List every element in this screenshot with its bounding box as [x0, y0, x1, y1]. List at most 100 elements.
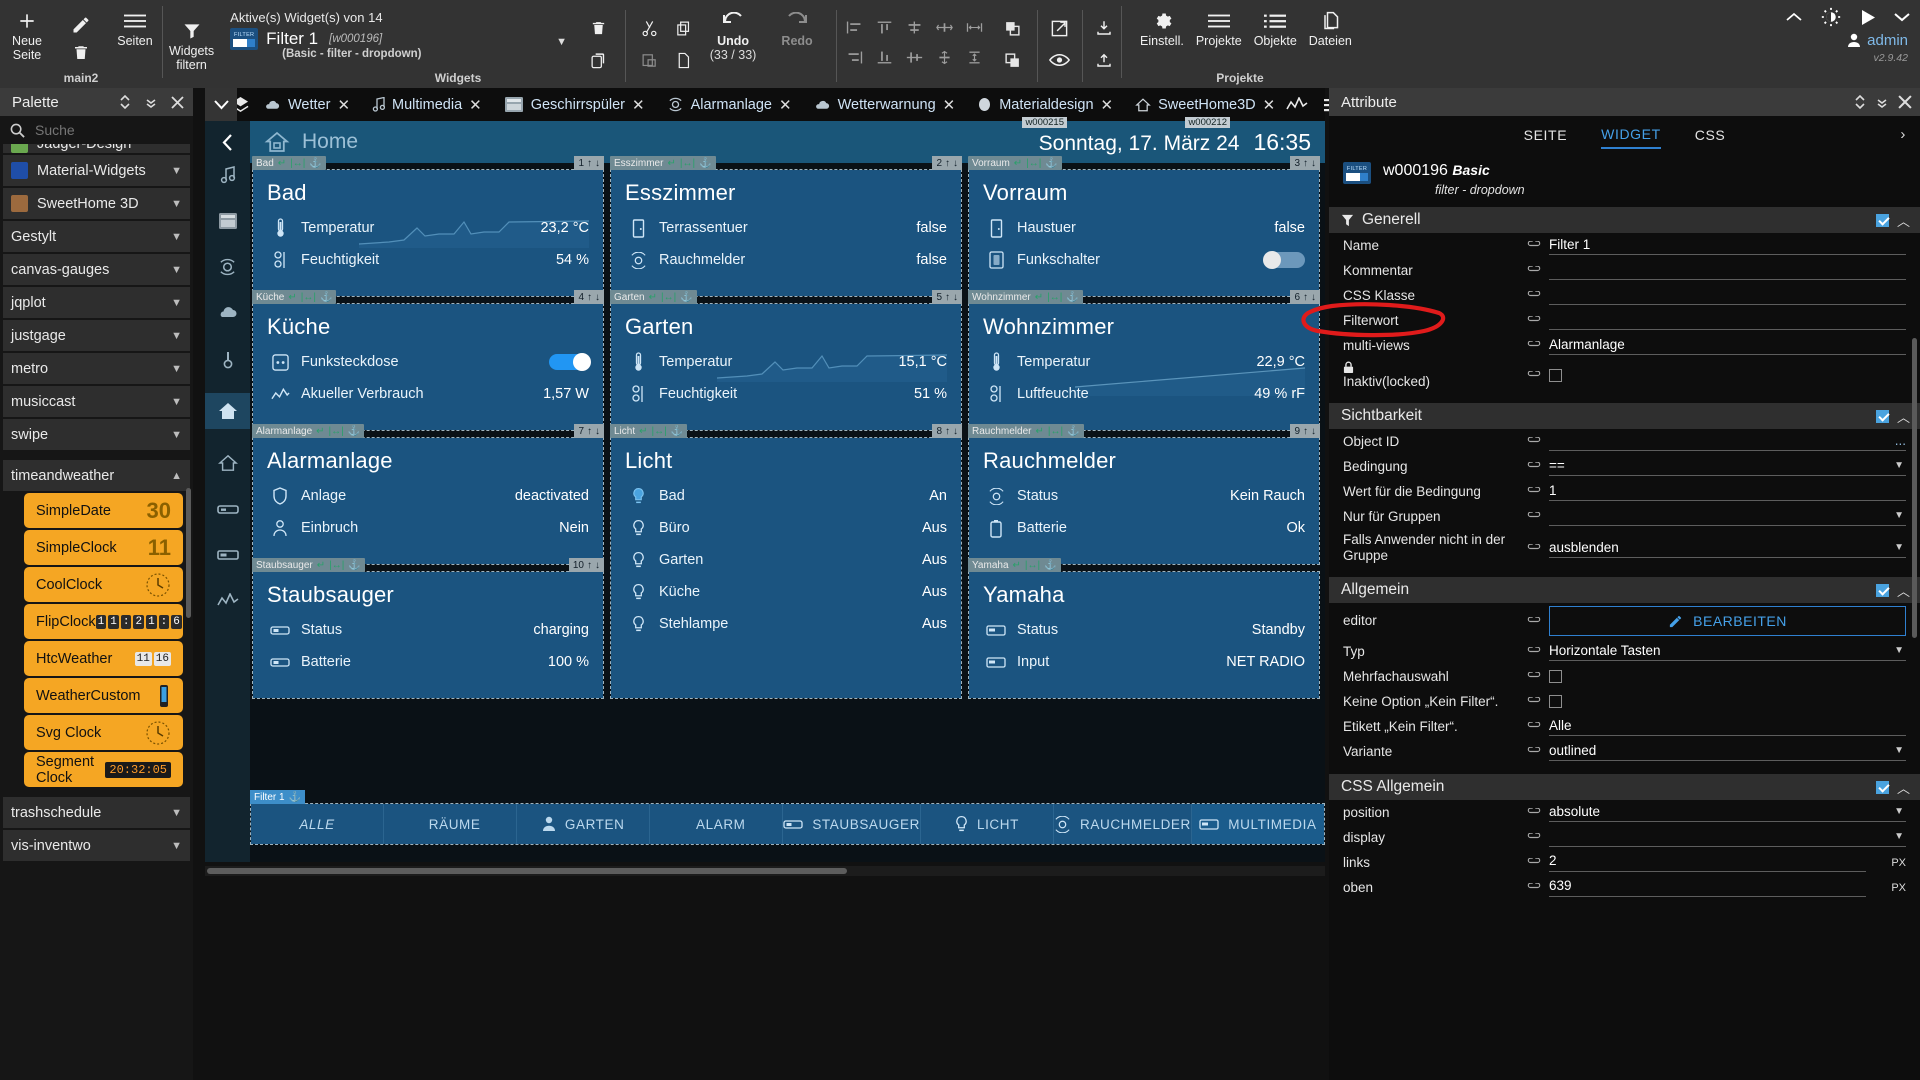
run-icon[interactable] — [1860, 9, 1876, 26]
link-icon[interactable] — [1527, 487, 1543, 496]
palette-group-3[interactable]: Gestylt ▼ — [3, 221, 190, 252]
link-icon[interactable] — [1527, 291, 1543, 300]
palette-widget-item[interactable]: CoolClock — [24, 567, 183, 602]
card-index-tag[interactable]: 10 ↑ ↓ — [568, 558, 604, 572]
card-index-tag[interactable]: 6 ↑ ↓ — [1290, 290, 1320, 304]
delete-widget-button[interactable] — [581, 12, 615, 44]
card-widget-tag[interactable]: Küche ↵ |↔| ⚓ — [252, 290, 337, 304]
link-icon[interactable] — [1527, 672, 1543, 681]
field-select[interactable]: outlined ▼ — [1549, 742, 1906, 761]
widget-card[interactable]: Yamaha Status Standby Input NET RADIO — [969, 572, 1319, 698]
tab-wetter[interactable]: Wetter ✕ — [253, 88, 361, 121]
card-index-tag[interactable]: 2 ↑ ↓ — [932, 156, 962, 170]
section-checkbox[interactable] — [1875, 409, 1889, 423]
sidebar-cloud-icon[interactable] — [217, 301, 239, 325]
paste-button[interactable] — [632, 44, 666, 76]
tab-close-icon[interactable]: ✕ — [469, 96, 482, 114]
tabbar-collapse-button[interactable] — [205, 88, 237, 121]
align-center-v-icon[interactable] — [899, 42, 929, 72]
card-index-tag[interactable]: 1 ↑ ↓ — [574, 156, 604, 170]
attributes-close-icon[interactable] — [1898, 95, 1912, 109]
widget-selector[interactable]: Aktive(s) Widget(s) von 14 FILTER Filter… — [220, 4, 550, 60]
chevron-up-icon[interactable]: ︿ — [1897, 407, 1910, 426]
link-icon[interactable] — [1527, 266, 1543, 275]
import-icon[interactable] — [1087, 12, 1121, 44]
chevron-down-icon[interactable] — [1894, 12, 1910, 22]
export-icon[interactable] — [1087, 44, 1121, 76]
theme-toggle-icon[interactable] — [1820, 6, 1842, 28]
card-widget-tag[interactable]: Vorraum ↵ |↔| ⚓ — [968, 156, 1062, 170]
settings-button[interactable]: Einstell. — [1134, 4, 1190, 48]
palette-group-after[interactable]: vis-inventwo ▼ — [3, 830, 190, 861]
tab-alarmanlage[interactable]: Alarmanlage ✕ — [656, 88, 803, 121]
link-icon[interactable] — [1527, 697, 1543, 706]
card-widget-tag[interactable]: Garten ↵ |↔| ⚓ — [610, 290, 697, 304]
widget-card[interactable]: Küche Funksteckdose Akueller Verbrauch 1,57… — [253, 304, 603, 430]
sidebar-back-button[interactable] — [205, 121, 250, 163]
card-index-tag[interactable]: 7 ↑ ↓ — [574, 424, 604, 438]
palette-group-open[interactable]: timeandweather ▲ — [3, 460, 190, 491]
card-index-tag[interactable]: 4 ↑ ↓ — [574, 290, 604, 304]
palette-widget-item[interactable]: Segment Clock 20:32:05 — [24, 752, 183, 787]
link-icon[interactable] — [1527, 462, 1543, 471]
attributes-section-header[interactable]: Allgemein ︿ — [1329, 577, 1920, 603]
attributes-section-header[interactable]: Sichtbarkeit ︿ — [1329, 403, 1920, 429]
open-external-icon[interactable] — [1042, 12, 1076, 44]
sidebar-vacuum-icon[interactable] — [216, 497, 239, 521]
palette-group-1[interactable]: Material-Widgets ▼ — [3, 155, 190, 186]
widget-card-wrap[interactable]: Wohnzimmer ↵ |↔| ⚓ 6 ↑ ↓ Wohnzimmer Temperatur 22… — [968, 290, 1320, 431]
chevron-up-icon[interactable]: ▲ — [171, 470, 182, 482]
attributes-collapse-icon[interactable] — [1876, 95, 1888, 109]
chevron-down-icon[interactable]: ▼ — [171, 807, 182, 819]
preview-eye-icon[interactable] — [1042, 44, 1076, 76]
link-icon[interactable] — [1527, 316, 1543, 325]
chevron-up-icon[interactable]: ︿ — [1897, 211, 1910, 230]
palette-widget-item[interactable]: WeatherCustom — [24, 678, 183, 713]
palette-group-6[interactable]: justgage ▼ — [3, 320, 190, 351]
field-select[interactable]: absolute ▼ — [1549, 803, 1906, 822]
tab-wetterwarnung[interactable]: Wetterwarnung ✕ — [803, 88, 967, 121]
new-page-button[interactable]: Neue Seite — [0, 4, 54, 62]
align-top-icon[interactable] — [869, 12, 899, 42]
nav-tab-rauchmelder[interactable]: RAUCHMELDER — [1054, 804, 1192, 844]
tab-close-icon[interactable]: ✕ — [337, 96, 350, 114]
tab-close-icon[interactable]: ✕ — [943, 96, 956, 114]
field-select[interactable]: == ▼ — [1549, 457, 1906, 476]
palette-group-7[interactable]: metro ▼ — [3, 353, 190, 384]
palette-group-4[interactable]: canvas-gauges ▼ — [3, 254, 190, 285]
chevron-down-icon[interactable]: ▼ — [171, 396, 182, 408]
link-icon[interactable] — [1527, 512, 1543, 521]
field-unit[interactable]: 2 — [1549, 853, 1866, 872]
field-checkbox[interactable] — [1549, 366, 1906, 385]
tab-geschirrsp-ler[interactable]: Geschirrspüler ✕ — [493, 88, 656, 121]
align-bottom-icon[interactable] — [869, 42, 899, 72]
palette-widget-item[interactable]: HtcWeather 11 16 — [24, 641, 183, 676]
projects-button[interactable]: Projekte — [1190, 4, 1248, 48]
canvas-hscrollbar[interactable] — [205, 866, 1325, 876]
attributes-section-header[interactable]: Generell ︿ — [1329, 207, 1920, 233]
palette-scrollbar[interactable] — [186, 488, 191, 618]
link-icon[interactable] — [1527, 371, 1543, 380]
height-equal-icon[interactable] — [959, 42, 989, 72]
chevron-down-icon[interactable]: ▼ — [171, 840, 182, 852]
files-button[interactable]: Dateien — [1303, 4, 1358, 48]
widget-card-wrap[interactable]: Garten ↵ |↔| ⚓ 5 ↑ ↓ Garten Temperatur 15,1 °C Feu… — [610, 290, 962, 431]
distribute-v-icon[interactable] — [929, 42, 959, 72]
link-icon[interactable] — [1527, 241, 1543, 250]
copy-button[interactable] — [666, 12, 700, 44]
chevron-down-icon[interactable]: ▼ — [171, 198, 182, 210]
sidebar-chart-icon[interactable] — [216, 589, 239, 613]
link-icon[interactable] — [1527, 437, 1543, 446]
widget-card-wrap[interactable]: Yamaha ↵ |↔| ⚓ Yamaha Status Standby Input NET R… — [968, 558, 1320, 699]
nav-tab-multimedia[interactable]: MULTIMEDIA — [1191, 804, 1324, 844]
chevron-up-icon[interactable]: ︿ — [1897, 778, 1910, 797]
field-select[interactable]: Horizontale Tasten ▼ — [1549, 642, 1906, 661]
widget-card[interactable]: Rauchmelder Status Kein Rauch Batterie Ok — [969, 438, 1319, 564]
link-icon[interactable] — [1527, 808, 1543, 817]
field-select[interactable]: ▼ — [1549, 828, 1906, 847]
link-icon[interactable] — [1527, 747, 1543, 756]
field-select[interactable]: ausblenden ▼ — [1549, 539, 1906, 558]
cut-button[interactable] — [632, 12, 666, 44]
align-right-icon[interactable] — [839, 42, 869, 72]
bring-front-icon[interactable] — [995, 12, 1029, 44]
